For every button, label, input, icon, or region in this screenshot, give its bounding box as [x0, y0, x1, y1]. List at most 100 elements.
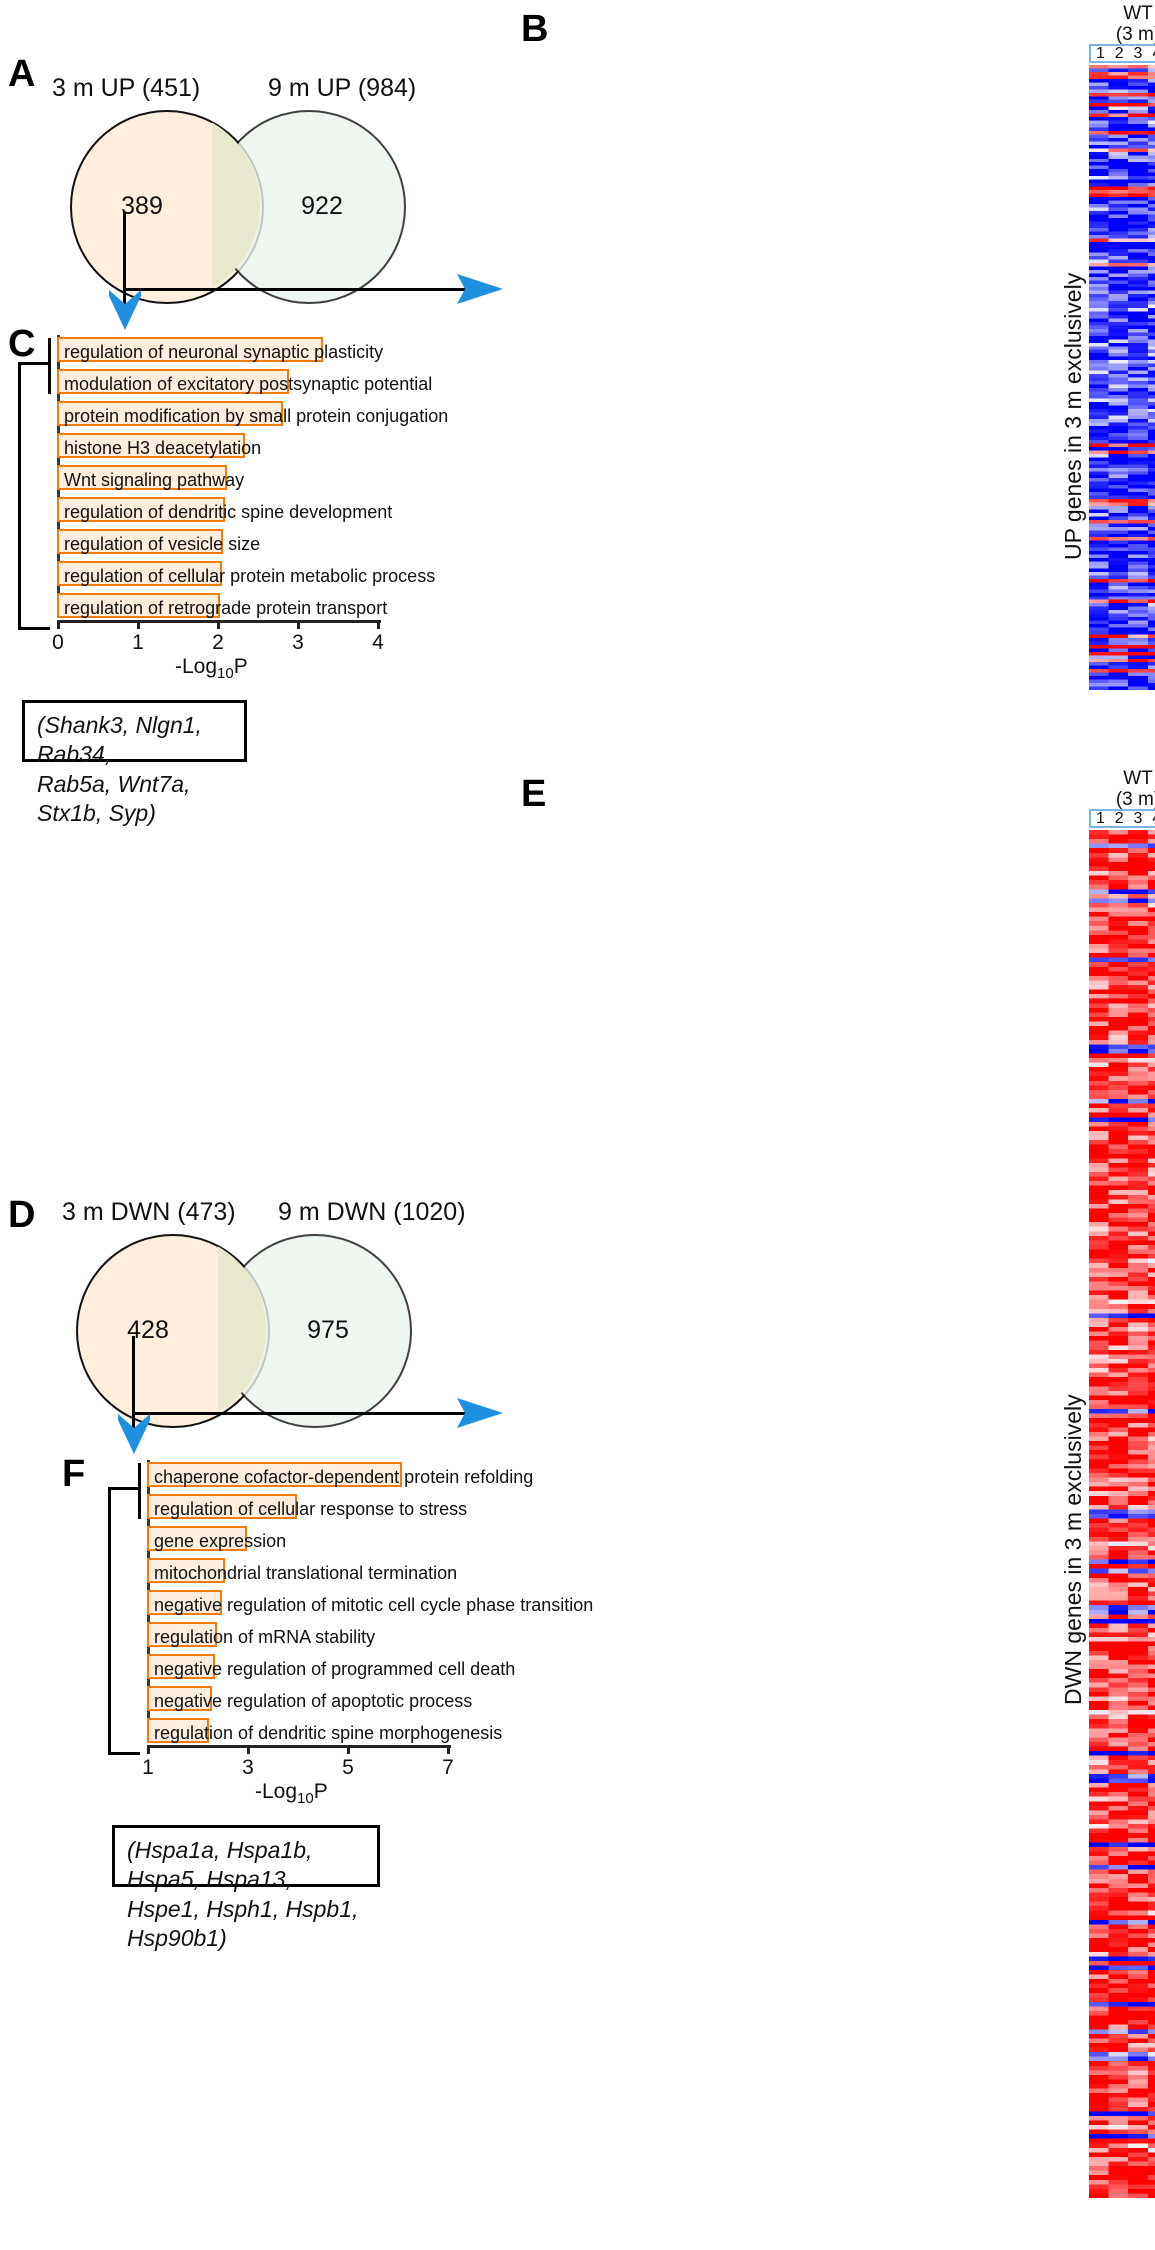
hm-dwn-group-0-name: WT: [1123, 768, 1153, 789]
go-up-xticklabel-0: 0: [52, 631, 64, 654]
go-dwn-xtick-1: [147, 1745, 150, 1754]
go-dwn-xticklabel-3: 3: [242, 1756, 254, 1779]
gene-box-up-line2: Rab5a, Wnt7a, Stx1b, Syp): [37, 770, 191, 827]
venn-diagram-up: 3 m UP (451) 9 m UP (984) 389 62 922: [40, 72, 460, 304]
rep-label: 3: [1133, 809, 1143, 827]
panel-letter-a: A: [8, 53, 36, 95]
gene-box-dwn-line1: (Hspa1a, Hspa1b, Hspa5, Hspa13,: [127, 1837, 313, 1893]
go-up-xticklabel-1: 1: [132, 631, 144, 654]
gene-box-dwn: (Hspa1a, Hspa1b, Hspa5, Hspa13, Hspe1, H…: [112, 1825, 380, 1951]
go-chart-up: regulation of neuronal synaptic plastici…: [0, 330, 500, 682]
go-up-bar-label-1: modulation of excitatory postsynaptic po…: [64, 374, 433, 394]
heatmap-up-canvas: [1089, 65, 1155, 690]
go-up-xtick-2: [217, 620, 220, 629]
hm-dwn-reps-0: 1 2 3 4 5: [1089, 809, 1155, 828]
go-dwn-x-axis-label-sub: 10: [297, 1790, 314, 1808]
go-up-bar-label-0: regulation of neuronal synaptic plastici…: [64, 342, 384, 362]
go-dwn-xtick-5: [347, 1745, 350, 1754]
arrow-down-to-c: [109, 290, 141, 330]
hm-up-reps-0: 1 2 3 4 5: [1089, 44, 1155, 63]
go-up-cluster-bracket-inner: [48, 338, 51, 394]
go-dwn-cluster-bracket-outer-top: [108, 1487, 140, 1490]
venn-dwn-right-title: 9 m DWN (1020): [278, 1198, 466, 1226]
heatmap-up-panel: WT (3 m) Tau (3 m) WT (9 m) Tau (9 m) 1 …: [520, 0, 1155, 730]
go-dwn-xtick-7: [447, 1745, 450, 1754]
venn-dwn-intersection-count: 45: [228, 1316, 256, 1344]
connector-d-horizontal: [132, 1412, 484, 1415]
go-dwn-x-axis-label-suffix: P: [313, 1780, 328, 1803]
go-dwn-cluster-bracket-inner: [138, 1463, 141, 1519]
go-up-xtick-4: [377, 620, 380, 629]
go-up-x-axis-label-suffix: P: [233, 655, 248, 678]
venn-dwn-left-count: 428: [127, 1316, 169, 1344]
go-up-x-axis-label: -Log10P: [175, 655, 248, 682]
heatmap-dwn-side-label: DWN genes in 3 m exclusively: [1060, 1394, 1086, 1705]
go-up-cluster-bracket-outer-top: [18, 362, 50, 365]
go-dwn-xticklabel-5: 5: [342, 1756, 354, 1779]
rep-label: 1: [1095, 809, 1105, 827]
go-up-xtick-1: [137, 620, 140, 629]
venn-up-right-count: 922: [301, 192, 343, 220]
go-chart-dwn: chaperone cofactor-dependent protein ref…: [0, 1455, 593, 1807]
go-dwn-x-axis-label-prefix: -Log: [255, 1780, 298, 1803]
go-up-xtick-0: [57, 620, 60, 629]
venn-up-intersection-count: 62: [222, 192, 250, 220]
go-dwn-bar-label-0: chaperone cofactor-dependent protein ref…: [154, 1467, 534, 1487]
go-up-x-axis-label-sub: 10: [217, 665, 234, 683]
arrow-down-to-f: [118, 1414, 150, 1454]
venn-dwn-right-count: 975: [307, 1316, 349, 1344]
arrow-right-to-b: [457, 274, 503, 304]
go-dwn-bar-label-3: mitochondrial translational termination: [154, 1563, 458, 1583]
go-dwn-bar-label-8: regulation of dendritic spine morphogene…: [154, 1723, 503, 1743]
venn-dwn-left-title: 3 m DWN (473): [62, 1198, 236, 1226]
hm-up-group-0-age: (3 m): [1115, 24, 1155, 46]
go-dwn-x-axis: [147, 1745, 451, 1748]
venn-diagram-dwn: 3 m DWN (473) 9 m DWN (1020) 428 45 975: [40, 1196, 480, 1428]
go-up-bar-label-8: regulation of retrograde protein transpo…: [64, 598, 388, 618]
go-up-bar-label-6: regulation of vesicle size: [64, 534, 261, 554]
heatmap-up-side-label: UP genes in 3 m exclusively: [1060, 272, 1086, 560]
go-up-bar-label-5: regulation of dendritic spine developmen…: [64, 502, 393, 522]
go-dwn-bar-label-7: negative regulation of apoptotic process: [154, 1691, 473, 1711]
venn-up-right-title: 9 m UP (984): [268, 74, 417, 102]
arrow-right-to-e: [457, 1398, 503, 1428]
hm-dwn-group-0: WT (3 m): [1090, 768, 1155, 811]
figure-root: A 3 m UP (451) 9 m UP (984) 389 62 922 C…: [0, 0, 1155, 2250]
go-dwn-x-axis-label: -Log10P: [255, 1780, 328, 1807]
hm-up-group-0-name: WT: [1123, 3, 1153, 24]
go-dwn-cluster-bracket-outer: [108, 1487, 138, 1755]
rep-label: 1: [1095, 44, 1105, 62]
heatmap-dwn-canvas: [1089, 830, 1155, 2198]
venn-up-left-count: 389: [121, 192, 163, 220]
gene-box-dwn-line2: Hspe1, Hsph1, Hspb1, Hsp90b1): [127, 1895, 359, 1952]
go-dwn-bar-label-2: gene expression: [154, 1531, 287, 1551]
go-dwn-bar-label-6: negative regulation of programmed cell d…: [154, 1659, 516, 1679]
panel-letter-d: D: [8, 1194, 36, 1236]
go-up-bar-label-7: regulation of cellular protein metabolic…: [64, 566, 436, 586]
go-dwn-xticklabel-1: 1: [142, 1756, 154, 1779]
go-up-xticklabel-3: 3: [292, 631, 304, 654]
rep-label: 3: [1133, 44, 1143, 62]
go-up-bar-label-3: histone H3 deacetylation: [64, 438, 262, 458]
go-up-x-axis-label-prefix: -Log: [175, 655, 218, 678]
go-up-bar-label-2: protein modification by small protein co…: [64, 406, 449, 426]
go-dwn-xticklabel-7: 7: [442, 1756, 454, 1779]
go-up-xtick-3: [297, 620, 300, 629]
hm-dwn-group-0-age: (3 m): [1115, 789, 1155, 811]
venn-up-left-title: 3 m UP (451): [52, 74, 201, 102]
gene-box-up-line1: (Shank3, Nlgn1, Rab34,: [37, 712, 202, 768]
go-up-cluster-bracket-outer: [18, 362, 48, 630]
go-dwn-bar-label-5: regulation of mRNA stability: [154, 1627, 376, 1647]
gene-box-up: (Shank3, Nlgn1, Rab34, Rab5a, Wnt7a, Stx…: [22, 700, 247, 826]
go-dwn-cluster-bracket-outer-bottom: [108, 1752, 140, 1755]
go-dwn-bar-label-1: regulation of cellular response to stres…: [154, 1499, 468, 1519]
go-up-cluster-bracket-outer-bottom: [18, 627, 50, 630]
go-up-xticklabel-2: 2: [212, 631, 224, 654]
go-up-bar-label-4: Wnt signaling pathway: [64, 470, 245, 490]
heatmap-dwn-panel: WT (3 m) Tau (3 m) WT (9 m) Tau (9 m) 1 …: [520, 765, 1155, 2245]
go-up-xticklabel-4: 4: [372, 631, 384, 654]
connector-a-horizontal: [123, 288, 483, 291]
hm-up-group-0: WT (3 m): [1090, 3, 1155, 46]
rep-label: 2: [1114, 44, 1124, 62]
go-dwn-xtick-3: [247, 1745, 250, 1754]
